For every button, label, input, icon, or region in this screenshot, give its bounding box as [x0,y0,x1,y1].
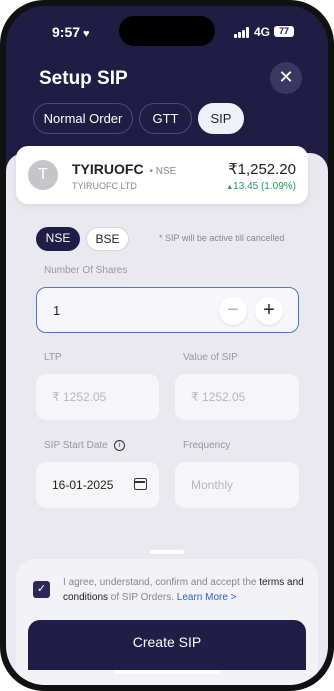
page-title: Setup SIP [39,68,128,89]
app-screen: 9:57 ♥ 4G 77 Setup SIP ✕ Normal Order GTT… [6,6,328,685]
consent-text: I agree, understand, confirm and accept … [63,577,304,603]
signal-icon [234,27,250,38]
tab-sip[interactable]: SIP [198,103,244,134]
tab-normal-order[interactable]: Normal Order [33,103,133,134]
exchange-bse-toggle[interactable]: BSE [86,227,129,251]
start-date-value: 16-01-2025 [52,478,114,492]
start-date-field[interactable]: 16-01-2025 [36,462,159,508]
sip-value-field: ₹ 1252.05 [175,374,299,420]
increment-button[interactable]: + [255,297,283,325]
sip-active-note: * SIP will be active till cancelled [159,233,285,243]
heart-icon: ♥ [83,28,90,40]
phone-frame: 9:57 ♥ 4G 77 Setup SIP ✕ Normal Order GTT… [0,0,334,691]
ltp-field: ₹ 1252.05 [36,374,159,420]
network-label: 4G [254,25,271,39]
tab-gtt[interactable]: GTT [139,103,192,134]
exchange-nse-toggle[interactable]: NSE [36,227,80,251]
stock-card: T TYIRUOFC • NSE TYIRUOFC LTD ₹1,252.20 … [16,146,308,204]
shares-input[interactable]: 1 [53,303,60,318]
status-bar: 9:57 ♥ 4G 77 [6,16,328,46]
decrement-button[interactable]: − [219,297,247,325]
quantity-stepper: 1 − + [36,287,299,333]
close-icon[interactable]: ✕ [270,62,302,94]
frequency-label: Frequency [183,440,231,451]
start-date-label: SIP Start Date i [44,440,125,451]
price-change: ▲13.45 (1.09%) [226,181,296,192]
frequency-select[interactable]: Monthly [175,462,299,508]
stock-full-name: TYIRUOFC LTD [72,181,137,191]
info-icon[interactable]: i [113,440,125,451]
status-time: 9:57 ♥ [52,24,90,40]
drag-handle[interactable] [150,550,184,554]
home-indicator [114,670,220,674]
stock-symbol: TYIRUOFC • NSE [72,161,177,177]
calendar-icon[interactable] [133,478,147,490]
terms-checkbox[interactable]: ✓ [33,581,50,598]
stock-price: ₹1,252.20 [228,161,296,178]
ltp-label: LTP [44,352,62,363]
dynamic-island [119,16,215,46]
create-sip-button[interactable]: Create SIP [28,620,306,670]
shares-label: Number Of Shares [44,265,128,276]
stock-logo: T [28,160,58,190]
battery-icon: 77 [274,26,294,37]
learn-more-link[interactable]: Learn More > [177,592,237,603]
sip-value-label: Value of SIP [183,352,238,363]
exchange-tag: • NSE [149,166,177,177]
